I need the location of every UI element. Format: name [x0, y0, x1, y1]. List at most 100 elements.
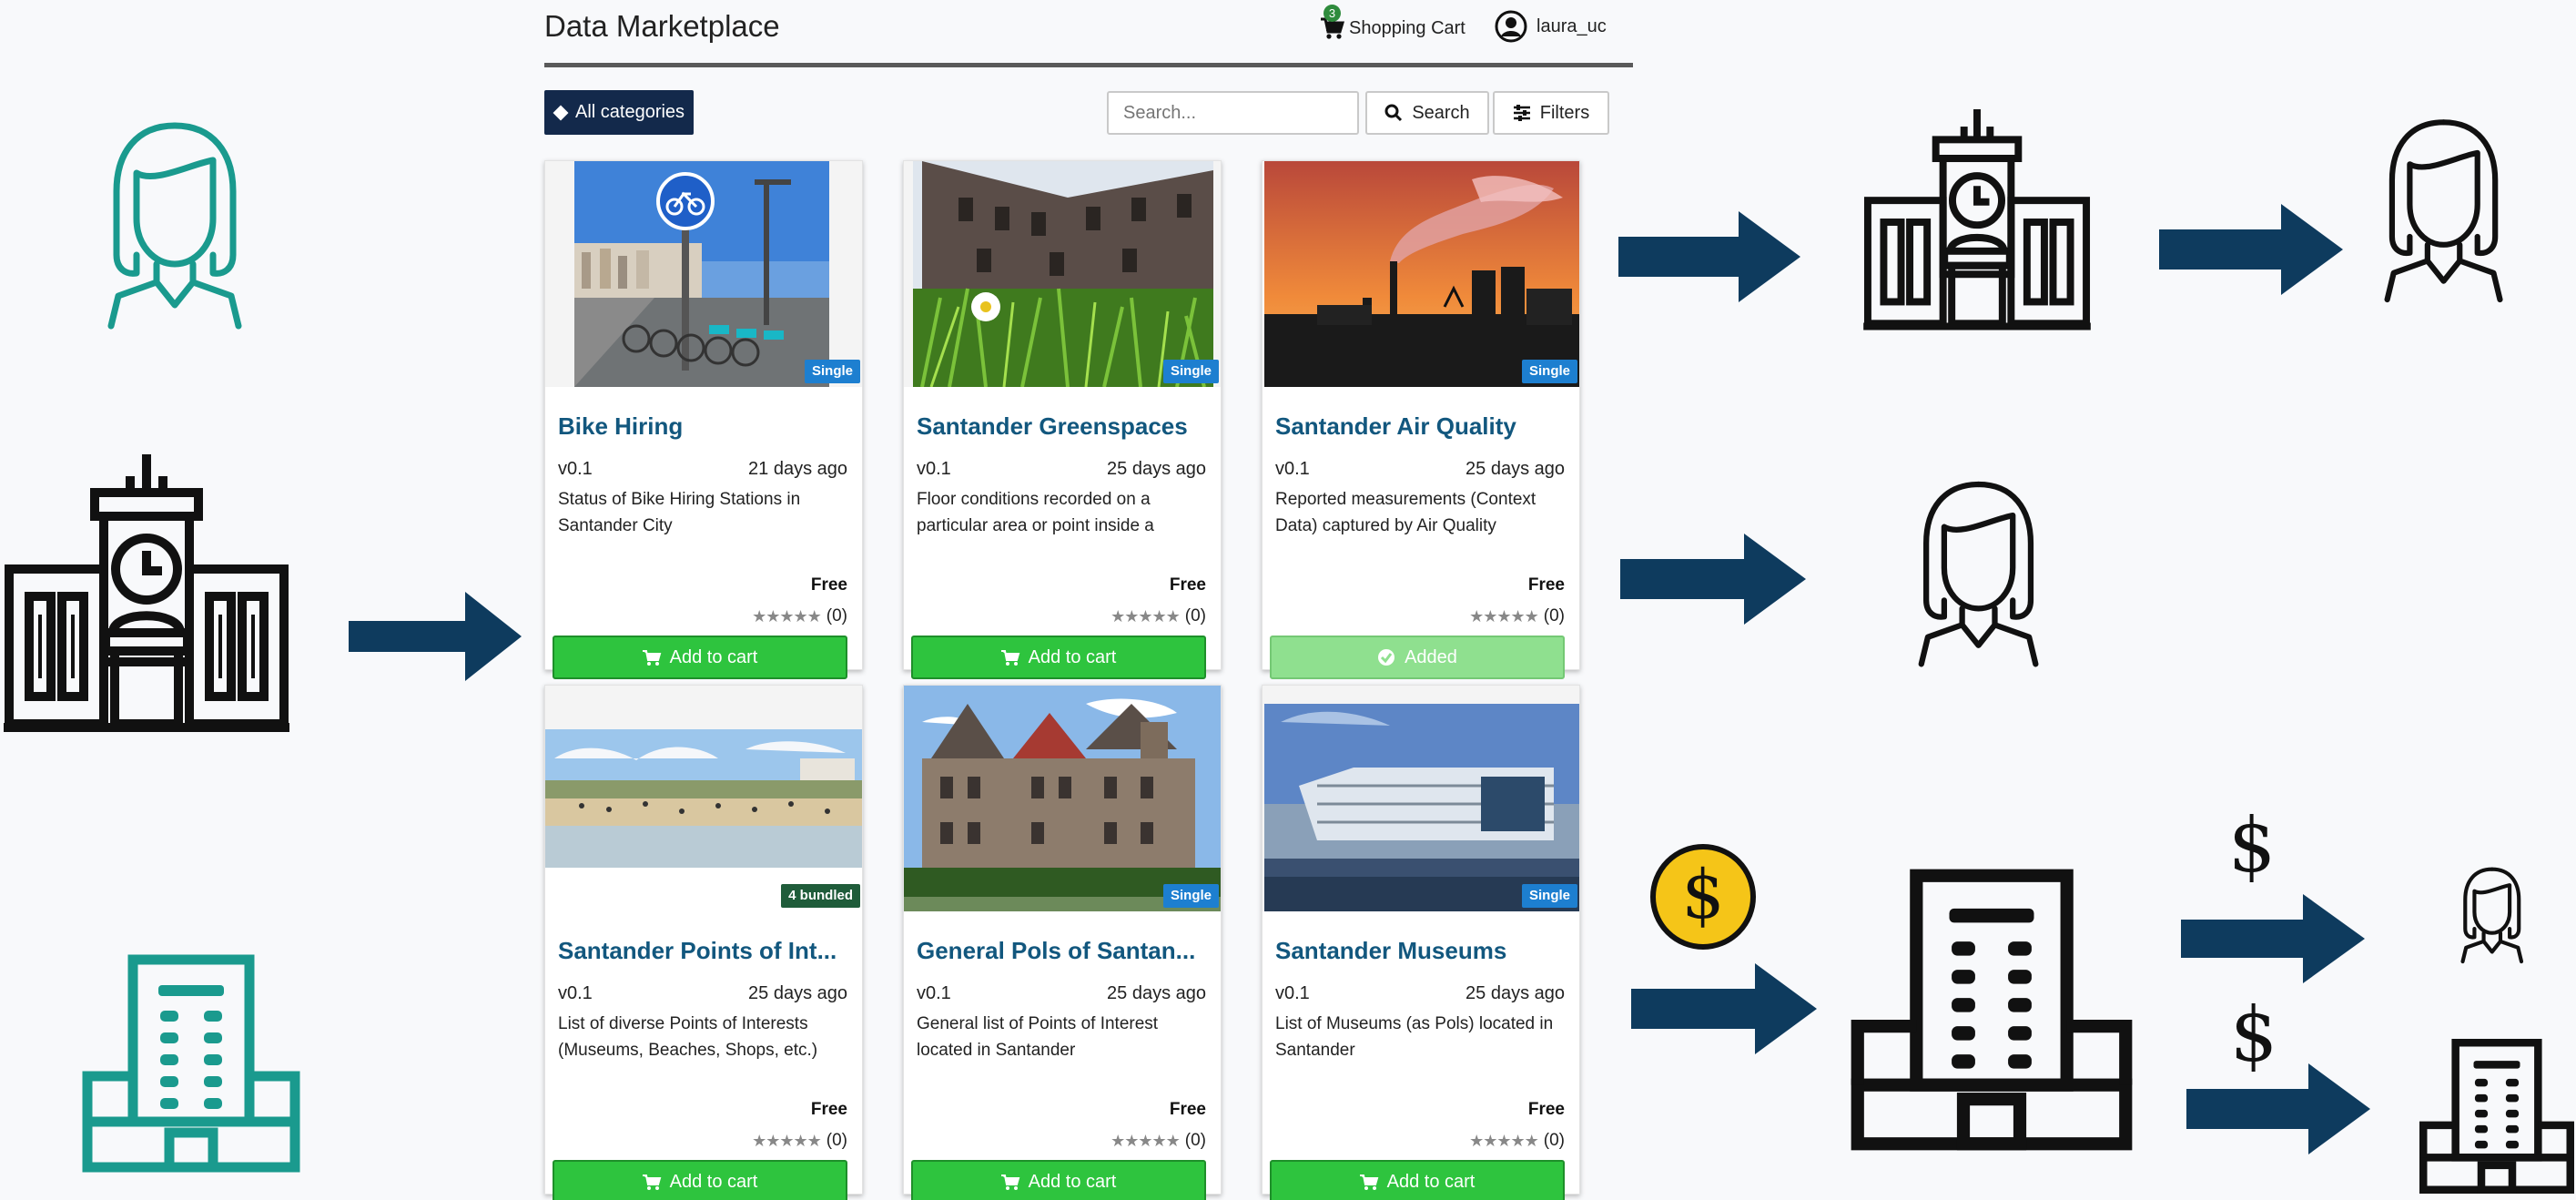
dollar-sign: $: [2228, 803, 2277, 890]
museum-photo: [1263, 686, 1579, 911]
product-version: v0.1: [558, 983, 593, 1003]
product-price: Free: [1169, 575, 1206, 595]
product-title[interactable]: General Pols of Santan...: [917, 937, 1217, 965]
tag-icon: [553, 105, 569, 120]
rating-count: (0): [1543, 1131, 1565, 1150]
cart-icon: 3: [1320, 5, 1345, 40]
product-description: Status of Bike Hiring Stations in Santan…: [558, 490, 801, 535]
office-building-icon: [1850, 869, 2134, 1151]
product-card[interactable]: Single Santander Air Quality v0.1 25 day…: [1262, 160, 1580, 679]
rating-count: (0): [826, 606, 847, 625]
product-card[interactable]: Single General Pols of Santan... v0.1 25…: [903, 685, 1222, 1200]
add-to-cart-label: Add to cart: [669, 1171, 758, 1192]
all-categories-label: All categories: [575, 102, 685, 122]
page-title: Data Marketplace: [544, 9, 780, 43]
add-to-cart-label: Add to cart: [1386, 1171, 1476, 1192]
add-to-cart-button[interactable]: Add to cart: [911, 636, 1206, 679]
product-price: Free: [810, 575, 847, 595]
rating-count: (0): [826, 1131, 847, 1150]
product-age: 25 days ago: [748, 983, 847, 1003]
coin-symbol: $: [1681, 856, 1725, 934]
cart-icon: [1000, 1175, 1019, 1190]
added-button[interactable]: Added: [1270, 636, 1565, 679]
product-rating: ★★★★★ (0): [1111, 606, 1206, 626]
type-badge: Single: [804, 360, 860, 383]
city-hall-icon: [0, 451, 293, 742]
woman-icon: [100, 118, 250, 330]
arrow-icon: [349, 592, 522, 681]
woman-icon: [2378, 115, 2510, 303]
arrow-icon: [2159, 204, 2343, 295]
add-to-cart-button[interactable]: Add to cart: [911, 1160, 1206, 1200]
product-price: Free: [1169, 1100, 1206, 1119]
check-circle-icon: [1378, 649, 1395, 666]
username: laura_uc: [1536, 15, 1607, 36]
bike-station-photo: [545, 161, 862, 387]
arrow-icon: [1620, 534, 1806, 625]
product-version: v0.1: [917, 983, 951, 1003]
product-title[interactable]: Santander Museums: [1275, 937, 1576, 965]
search-icon: [1384, 104, 1403, 122]
type-badge: 4 bundled: [781, 884, 860, 908]
cart-count-badge: 3: [1323, 5, 1341, 22]
product-card[interactable]: 4 bundled Santander Points of Int... v0.…: [544, 685, 863, 1200]
product-title[interactable]: Santander Points of Int...: [558, 937, 858, 965]
product-rating: ★★★★★ (0): [752, 606, 847, 626]
header-bar: Data Marketplace 3 Shopping Cart laura_u…: [544, 0, 1633, 67]
product-version: v0.1: [1275, 983, 1310, 1003]
type-badge: Single: [1162, 884, 1219, 908]
palace-photo: [904, 686, 1221, 911]
product-price: Free: [810, 1100, 847, 1119]
star-rating-icon: ★★★★★: [752, 606, 822, 625]
user-menu[interactable]: laura_uc: [1495, 9, 1607, 44]
product-age: 25 days ago: [1465, 983, 1565, 1003]
all-categories-button[interactable]: All categories: [544, 90, 694, 135]
user-circle-icon: [1495, 10, 1527, 43]
add-to-cart-label: Add to cart: [669, 646, 758, 667]
type-badge: Single: [1521, 360, 1577, 383]
product-description: Floor conditions recorded on a particula…: [917, 490, 1154, 535]
search-input[interactable]: [1107, 91, 1359, 135]
filters-button[interactable]: Filters: [1493, 91, 1609, 135]
woman-icon: [1912, 477, 2046, 667]
search-button-label: Search: [1412, 102, 1470, 123]
product-rating: ★★★★★ (0): [1469, 606, 1565, 626]
cart-label: Shopping Cart: [1349, 17, 1465, 38]
add-to-cart-label: Add to cart: [1028, 646, 1117, 667]
cart-icon: [1359, 1175, 1378, 1190]
add-to-cart-button[interactable]: Add to cart: [553, 1160, 847, 1200]
product-description: Reported measurements (Context Data) cap…: [1275, 490, 1536, 535]
product-rating: ★★★★★ (0): [1111, 1131, 1206, 1151]
product-description: List of Museums (as Pols) located in San…: [1275, 1014, 1554, 1060]
woman-icon: [2458, 865, 2527, 964]
product-title[interactable]: Santander Greenspaces: [917, 412, 1217, 441]
factory-smoke-photo: [1263, 161, 1579, 387]
product-rating: ★★★★★ (0): [752, 1131, 847, 1151]
star-rating-icon: ★★★★★: [1111, 1131, 1181, 1150]
product-age: 25 days ago: [1465, 459, 1565, 479]
cart-icon: [1000, 650, 1019, 666]
product-card[interactable]: Single Santander Greenspaces v0.1 25 day…: [903, 160, 1222, 679]
product-card[interactable]: Single Santander Museums v0.1 25 days ag…: [1262, 685, 1580, 1200]
product-age: 21 days ago: [748, 459, 847, 479]
product-price: Free: [1527, 1100, 1565, 1119]
product-title[interactable]: Bike Hiring: [558, 412, 858, 441]
shopping-cart-link[interactable]: 3 Shopping Cart: [1320, 5, 1465, 44]
office-building-icon: [82, 954, 300, 1173]
dollar-coin-icon: $: [1649, 843, 1757, 951]
product-price: Free: [1527, 575, 1565, 595]
search-button[interactable]: Search: [1365, 91, 1489, 135]
greenspace-photo: [904, 161, 1221, 387]
product-title[interactable]: Santander Air Quality: [1275, 412, 1576, 441]
add-to-cart-button[interactable]: Add to cart: [1270, 1160, 1565, 1200]
product-card[interactable]: Single Bike Hiring v0.1 21 days ago Stat…: [544, 160, 863, 679]
star-rating-icon: ★★★★★: [1111, 606, 1181, 625]
type-badge: Single: [1162, 360, 1219, 383]
star-rating-icon: ★★★★★: [1469, 1131, 1539, 1150]
office-building-icon: [2419, 1038, 2574, 1195]
add-to-cart-button[interactable]: Add to cart: [553, 636, 847, 679]
cart-icon: [642, 650, 661, 666]
arrow-icon: [2186, 1063, 2370, 1154]
sliders-icon: [1513, 105, 1530, 121]
product-version: v0.1: [558, 459, 593, 479]
